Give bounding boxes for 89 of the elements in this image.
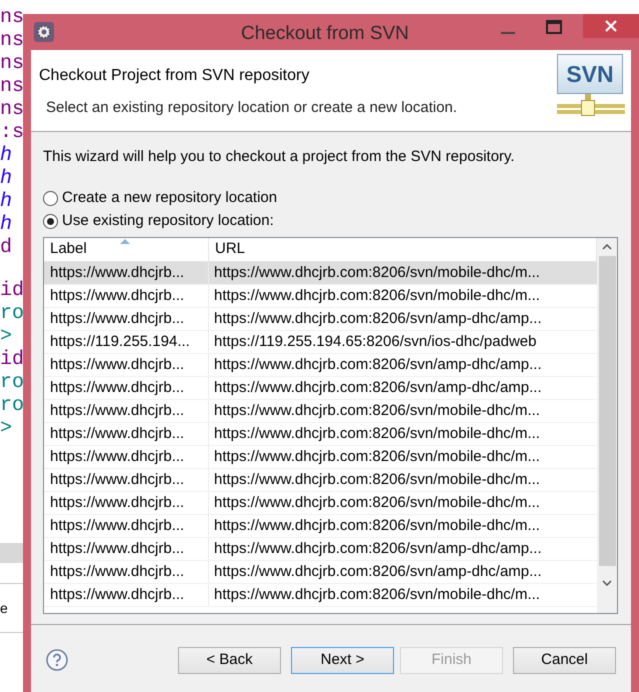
table-cell-text: https://www.dhcjrb.com:8206/svn/mobile-dhc/m... xyxy=(213,286,541,306)
table-cell: https://www.dhcjrb... xyxy=(44,492,209,514)
table-cell: https://www.dhcjrb... xyxy=(44,354,209,376)
code-fragment: h xyxy=(0,167,12,190)
table-cell-text: https://www.dhcjrb.com:8206/svn/mobile-dhc/m... xyxy=(213,446,541,466)
table-cell: https://www.dhcjrb... xyxy=(44,538,209,560)
code-fragment: h xyxy=(0,144,12,167)
intro-text: This wizard will help you to checkout a project from the SVN repository. xyxy=(43,147,516,167)
radio-button[interactable] xyxy=(43,190,58,206)
table-cell: https://www.dhcjrb... xyxy=(44,560,209,582)
gear-icon xyxy=(33,21,55,43)
table-row[interactable]: https://www.dhcjrb... https://www.dhcjrb.com:8206/svn/amp-dhc/amp... xyxy=(44,354,597,376)
sort-arrow-icon xyxy=(120,238,130,244)
code-fragment: ro xyxy=(0,394,24,417)
code-fragment: > xyxy=(0,325,12,348)
table-row[interactable]: https://www.dhcjrb... https://www.dhcjrb.com:8206/svn/amp-dhc/amp... xyxy=(44,538,597,560)
table-cell-text: https://www.dhcjrb.com:8206/svn/mobile-dhc/m... xyxy=(213,492,541,512)
table-row[interactable]: https://www.dhcjrb... https://www.dhcjrb.com:8206/svn/mobile-dhc/m... xyxy=(44,284,597,308)
table-row[interactable]: https://www.dhcjrb... https://www.dhcjrb.com:8206/svn/mobile-dhc/m... xyxy=(44,400,597,422)
table-cell-text: https://www.dhcjrb.com:8206/svn/mobile-dhc/m... xyxy=(213,262,541,282)
table-cell: https://www.dhcjrb... xyxy=(44,376,209,398)
dialog-button[interactable]: < Back xyxy=(178,646,281,674)
window-title: Checkout from SVN xyxy=(241,22,409,46)
dialog-button[interactable]: Next > xyxy=(291,646,394,674)
table-cell: https://www.dhcjrb... xyxy=(44,584,209,606)
panel-strip xyxy=(0,543,24,563)
table-cell-text: https://119.255.194.65:8206/svn/ios-dhc/padweb xyxy=(213,332,538,352)
code-fragment: h xyxy=(0,213,12,236)
code-fragment: ns xyxy=(0,29,24,52)
table-row[interactable]: https://www.dhcjrb... https://www.dhcjrb.com:8206/svn/mobile-dhc/m... xyxy=(44,446,597,468)
radio-option[interactable]: Use existing repository location: xyxy=(43,212,619,230)
table-cell: https://www.dhcjrb... xyxy=(44,308,209,330)
table-row[interactable]: https://www.dhcjrb... https://www.dhcjrb.com:8206/svn/amp-dhc/amp... xyxy=(44,376,597,400)
table-cell: https://www.dhcjrb... xyxy=(44,284,209,306)
editor-tab[interactable]: e xyxy=(0,583,24,633)
table-row[interactable]: https://www.dhcjrb... https://www.dhcjrb.com:8206/svn/mobile-dhc/m... xyxy=(44,492,597,514)
table-cell: https://www.dhcjrb... xyxy=(44,446,209,468)
code-fragment: id xyxy=(0,279,24,302)
page-description: Select an existing repository location or create a new location. xyxy=(45,98,458,118)
table-row[interactable]: https://www.dhcjrb... https://www.dhcjrb.com:8206/svn/amp-dhc/amp... xyxy=(44,560,597,584)
maximize-icon[interactable] xyxy=(546,20,562,34)
minimize-icon[interactable] xyxy=(501,32,515,35)
close-icon xyxy=(605,20,617,32)
code-fragment: h xyxy=(0,190,12,213)
scroll-down-icon[interactable] xyxy=(602,580,612,586)
table-cell: https://www.dhcjrb... xyxy=(44,468,209,490)
code-fragment: ns xyxy=(0,52,24,75)
table-row[interactable]: https://www.dhcjrb... https://www.dhcjrb.com:8206/svn/mobile-dhc/m... xyxy=(44,468,597,492)
table-row[interactable]: https://119.255.194... https://119.255.194.65:8206/svn/ios-dhc/padweb xyxy=(44,330,597,354)
code-fragment: ro xyxy=(0,371,24,394)
scroll-thumb[interactable] xyxy=(598,256,616,566)
code-fragment: ns xyxy=(0,6,24,29)
table-row[interactable]: https://www.dhcjrb... https://www.dhcjrb.com:8206/svn/amp-dhc/amp... xyxy=(44,308,597,330)
svn-logo: SVN xyxy=(555,54,627,118)
table-cell-text: https://www.dhcjrb.com:8206/svn/amp-dhc/amp... xyxy=(213,308,543,328)
table-row[interactable]: https://www.dhcjrb... https://www.dhcjrb.com:8206/svn/mobile-dhc/m... xyxy=(44,584,597,606)
table-cell-text: https://www.dhcjrb.com:8206/svn/amp-dhc/amp... xyxy=(213,354,543,374)
close-button[interactable] xyxy=(583,14,639,38)
table-cell-text: https://www.dhcjrb.com:8206/svn/amp-dhc/amp... xyxy=(213,562,543,582)
table-cell-text: https://www.dhcjrb.com:8206/svn/amp-dhc/amp... xyxy=(213,538,543,558)
table-row[interactable]: https://www.dhcjrb... https://www.dhcjrb.com:8206/svn/mobile-dhc/m... xyxy=(44,514,597,538)
scrollbar[interactable] xyxy=(597,238,617,612)
code-fragment: ns xyxy=(0,98,24,121)
page-title: Checkout Project from SVN repository xyxy=(39,66,310,86)
code-fragment: > xyxy=(0,417,12,440)
table-cell-text: https://www.dhcjrb.com:8206/svn/mobile-dhc/m... xyxy=(213,516,541,536)
radio-option[interactable]: Create a new repository location xyxy=(43,188,619,208)
code-fragment: :s xyxy=(0,121,24,144)
table-row[interactable]: https://www.dhcjrb... https://www.dhcjrb.com:8206/svn/mobile-dhc/m... xyxy=(44,422,597,446)
scroll-up-icon[interactable] xyxy=(602,244,612,250)
dialog-button[interactable]: Cancel xyxy=(513,646,616,674)
table-cell-text: https://www.dhcjrb.com:8206/svn/mobile-dhc/m... xyxy=(213,424,541,444)
table-row[interactable]: https://www.dhcjrb... https://www.dhcjrb.com:8206/svn/mobile-dhc/m... xyxy=(44,262,597,284)
code-fragment: id xyxy=(0,348,24,371)
code-fragment: ro xyxy=(0,302,24,325)
column-header[interactable]: Label xyxy=(44,238,209,260)
table-cell-text: https://www.dhcjrb.com:8206/svn/mobile-dhc/m... xyxy=(213,584,541,604)
code-fragment: d xyxy=(0,236,12,259)
table-cell: https://119.255.194... xyxy=(44,330,209,352)
radio-button[interactable] xyxy=(43,214,58,228)
table-cell: https://www.dhcjrb... xyxy=(44,422,209,444)
code-fragment: ns xyxy=(0,75,24,98)
table-cell: https://www.dhcjrb... xyxy=(44,400,209,422)
help-icon[interactable] xyxy=(46,649,68,671)
table-cell: https://www.dhcjrb... xyxy=(44,514,209,536)
table-cell-text: https://www.dhcjrb.com:8206/svn/mobile-dhc/m... xyxy=(213,400,541,420)
table-cell: https://www.dhcjrb... xyxy=(44,262,209,284)
table-cell-text: https://www.dhcjrb.com:8206/svn/mobile-dhc/m... xyxy=(213,470,541,490)
table-cell-text: https://www.dhcjrb.com:8206/svn/amp-dhc/amp... xyxy=(213,378,543,398)
